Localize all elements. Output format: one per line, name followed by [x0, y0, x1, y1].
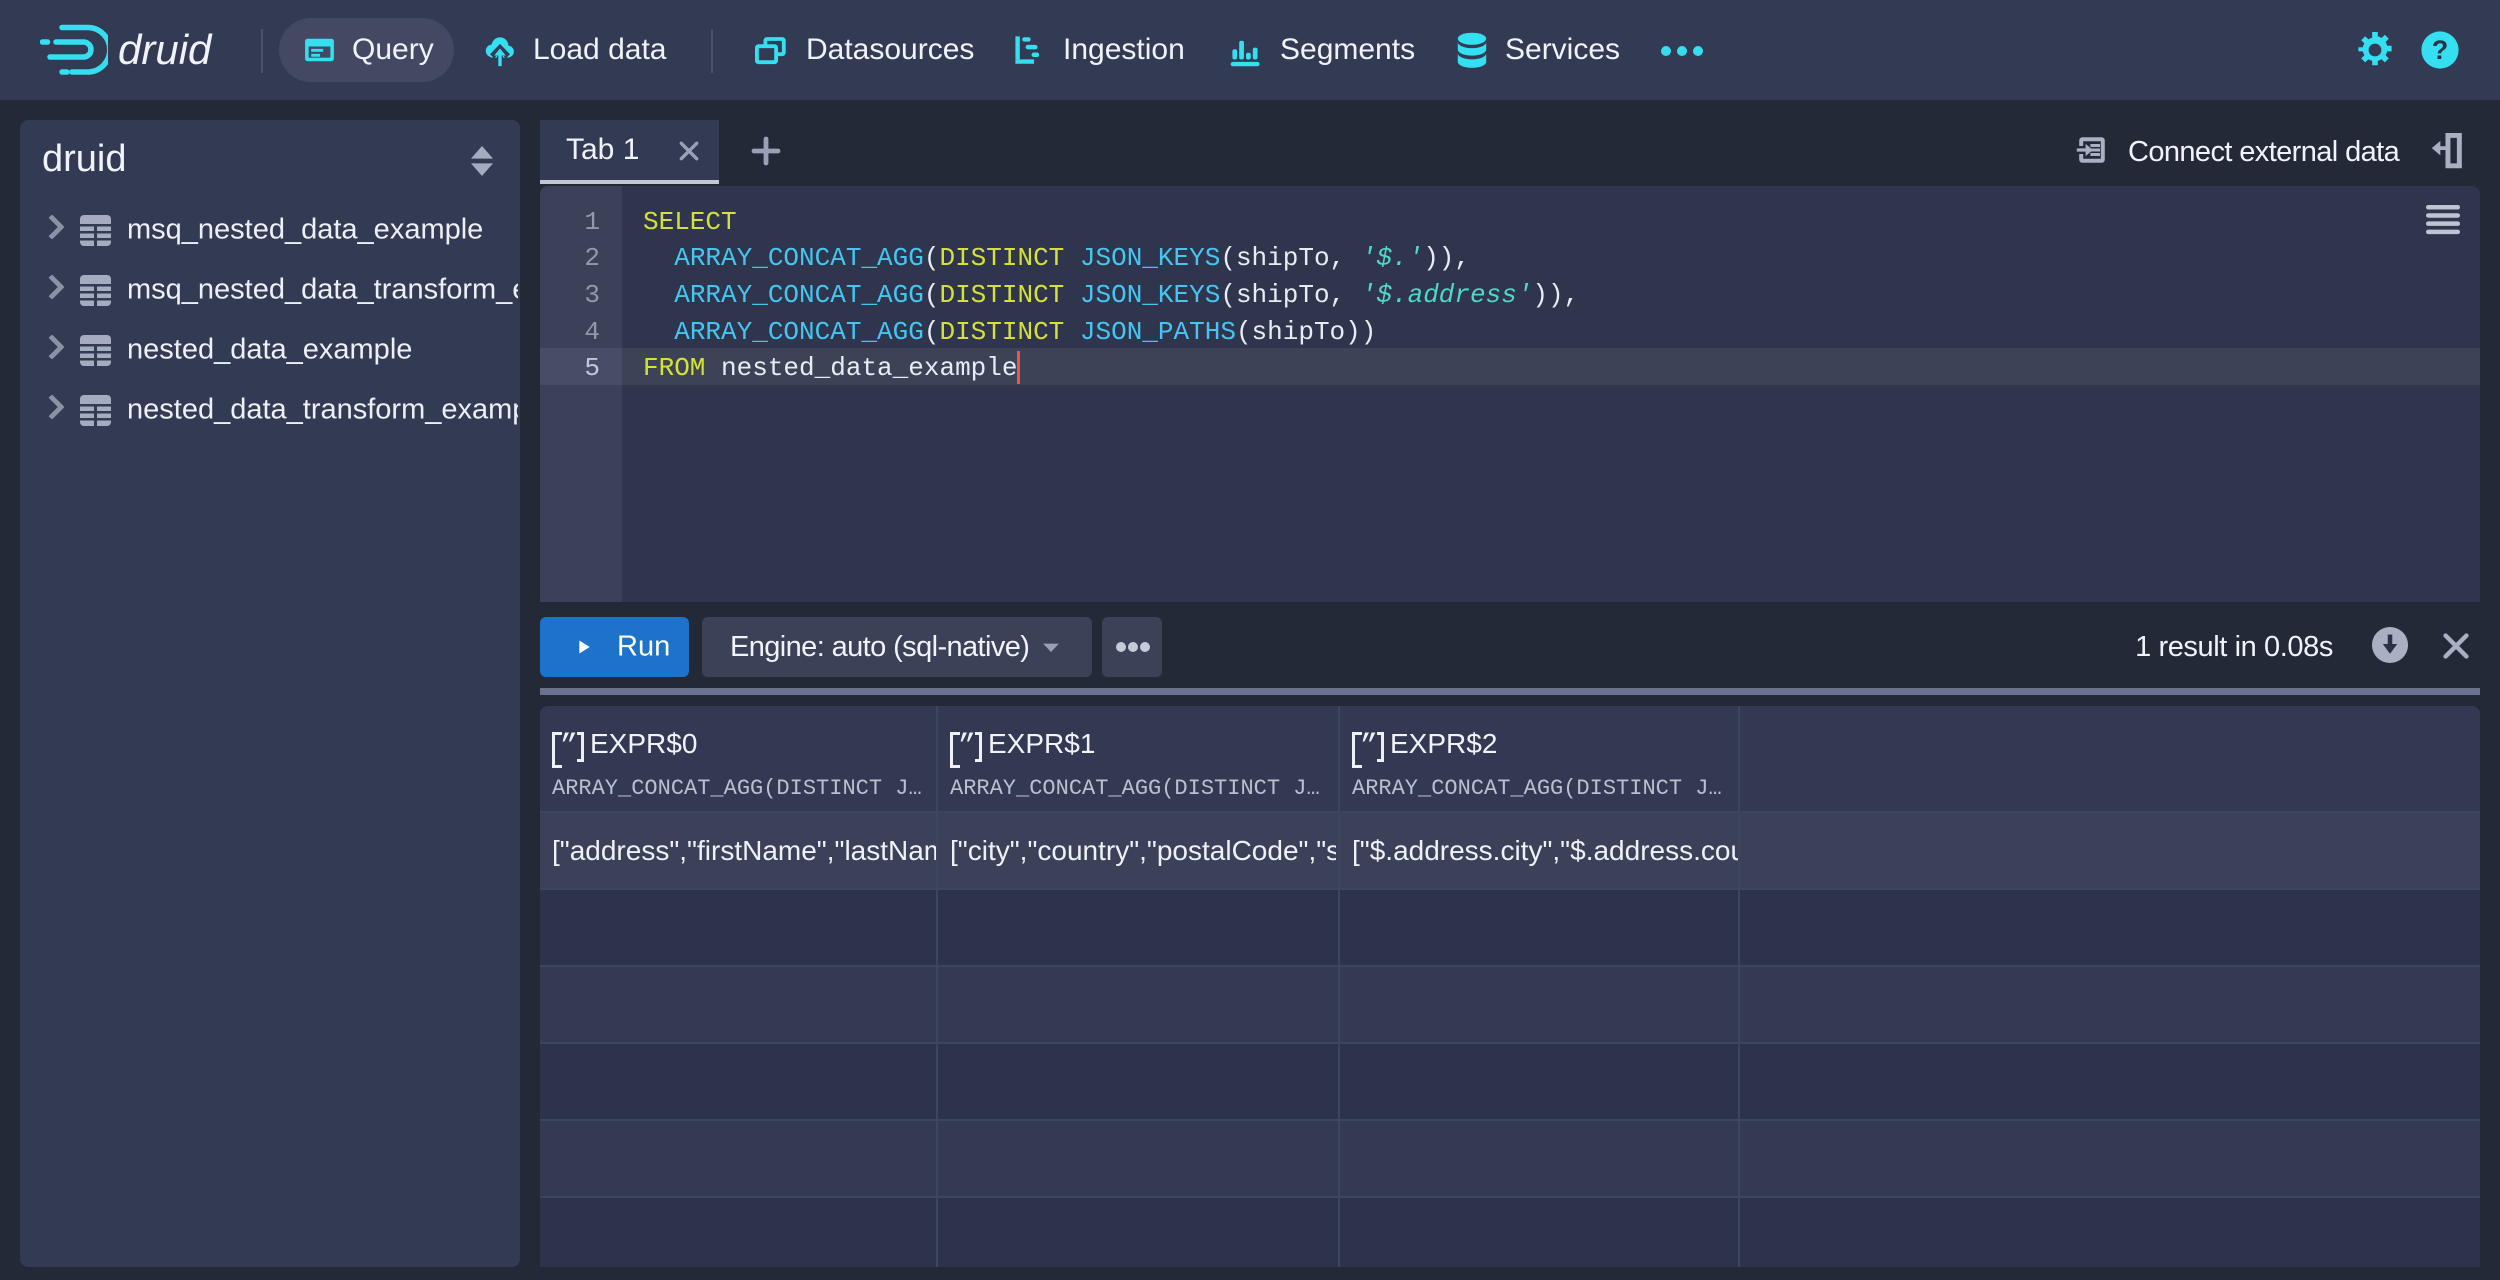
svg-text:?: ? — [2432, 35, 2449, 65]
